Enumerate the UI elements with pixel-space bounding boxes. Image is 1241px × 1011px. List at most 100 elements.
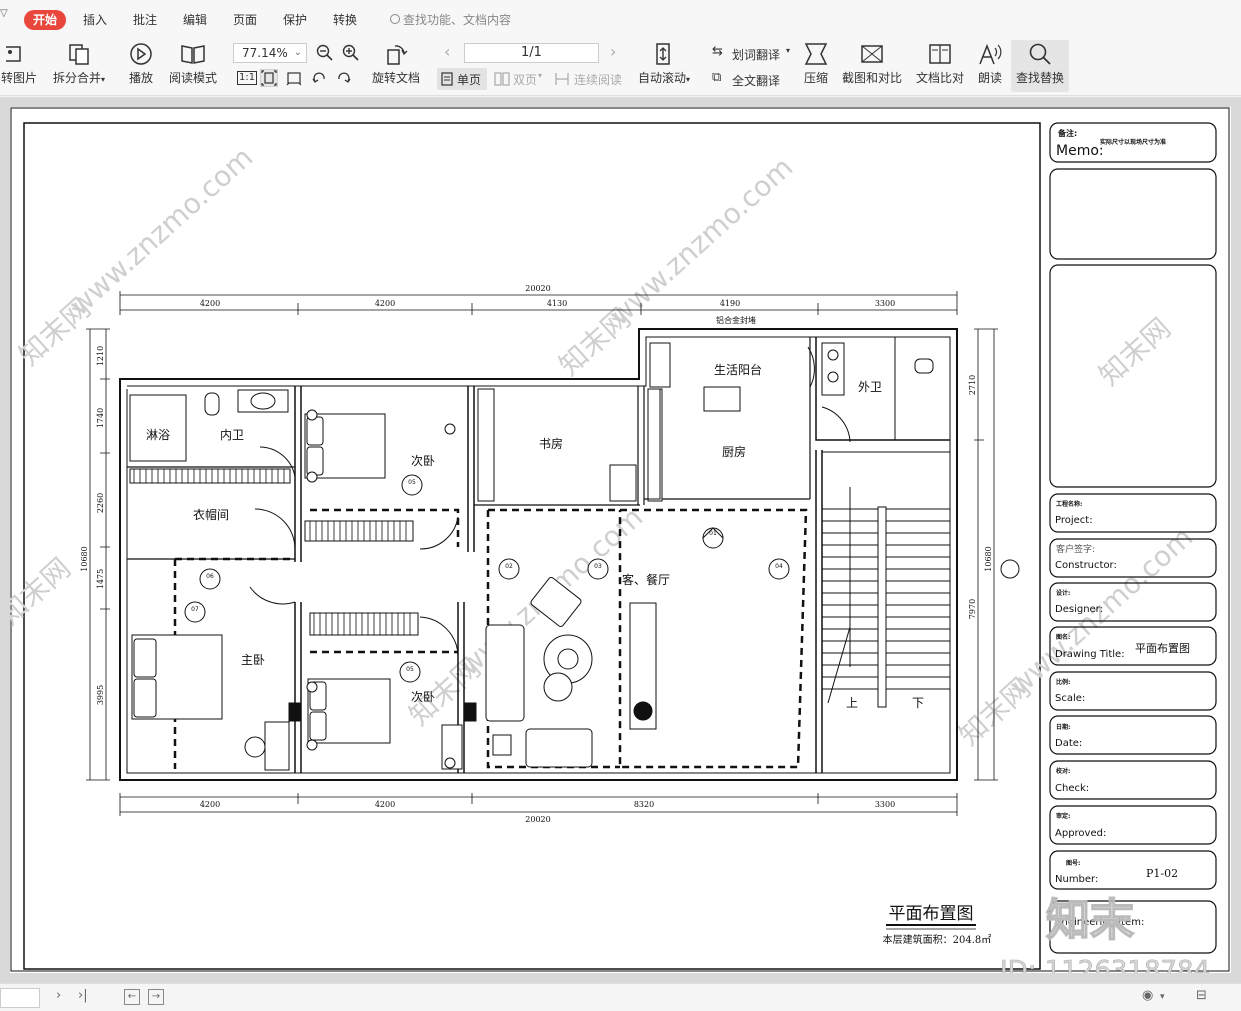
designer-cn: 设计:: [1056, 589, 1070, 597]
double-page-label: 双页: [513, 73, 538, 87]
rotate-doc-button[interactable]: 旋转文档: [370, 40, 422, 92]
memo-note: 实际尺寸以现场尺寸为准: [1100, 138, 1166, 146]
rotate-doc-icon: [387, 45, 408, 65]
document-canvas[interactable]: 知末网 www.znzmo.com 知末网 www.znzmo.com 知末网 …: [0, 97, 1241, 983]
search-icon: [390, 14, 400, 24]
dim-bottom-4: 3300: [875, 800, 895, 809]
page-number-input[interactable]: 1/1: [464, 43, 599, 63]
tab-start[interactable]: 开始: [24, 10, 67, 30]
zoom-value: 77.14%: [242, 46, 288, 60]
scale-cn: 比例:: [1056, 678, 1070, 686]
tag-05a: 05: [408, 479, 416, 486]
chevron-down-icon: ⌄: [293, 47, 302, 58]
tab-protect[interactable]: 保护: [283, 10, 307, 30]
play-label: 播放: [128, 71, 153, 85]
room-shower: 淋浴: [146, 428, 170, 442]
check-label: Check:: [1055, 783, 1089, 794]
dim-left-3: 2260: [96, 493, 105, 513]
feature-search[interactable]: 查找功能、文档内容: [390, 10, 511, 30]
zoom-select[interactable]: 77.14% ⌄: [233, 43, 307, 63]
project-cn: 工程名称:: [1056, 500, 1082, 508]
scale-label: Scale:: [1055, 693, 1085, 704]
dim-top-2: 4200: [375, 299, 395, 308]
word-translate-button[interactable]: ⇆ 划词翻译 ▾: [712, 44, 796, 64]
rotate-doc-label: 旋转文档: [371, 71, 420, 85]
next-view-icon[interactable]: →: [148, 989, 164, 1005]
plan-title-block: 平面布置图 本层建筑面积：204.8㎡: [883, 904, 992, 946]
rotate-right-button[interactable]: [335, 69, 353, 87]
fit-page-button[interactable]: [260, 69, 278, 87]
compress-button[interactable]: 压缩: [800, 40, 832, 92]
actual-size-button[interactable]: 1:1: [237, 71, 258, 85]
plan-title: 平面布置图: [889, 904, 974, 924]
to-image-button[interactable]: 转图片: [0, 40, 38, 92]
read-aloud-icon: [979, 43, 1002, 65]
tab-insert[interactable]: 插入: [83, 10, 107, 30]
tab-annotate[interactable]: 批注: [133, 10, 157, 30]
fit-view-icon[interactable]: ⊟: [1196, 988, 1207, 1003]
dim-top-1: 4200: [200, 299, 220, 308]
prev-view-icon[interactable]: ←: [124, 989, 140, 1005]
balcony-note: 铝合金封堵: [716, 315, 756, 325]
room-living-dining: 客、餐厅: [622, 572, 670, 587]
dim-left-5: 3995: [96, 685, 105, 705]
double-page-button[interactable]: 双页 ▾: [492, 68, 552, 90]
next-page-icon[interactable]: ›: [610, 42, 616, 61]
ribbon-collapse-chevron-icon[interactable]: ▽: [0, 8, 12, 28]
number-label: Number:: [1055, 874, 1098, 885]
document-translate-icon: ⧉: [712, 70, 722, 85]
next-page-icon[interactable]: ›: [56, 988, 61, 1003]
eye-protection-icon[interactable]: ◉: [1142, 988, 1153, 1003]
room-bedroom-b: 次卧: [411, 690, 435, 704]
dim-left-4: 1475: [96, 569, 105, 589]
rotate-left-button[interactable]: [310, 69, 328, 87]
designer-label: Designer:: [1055, 604, 1103, 615]
zoom-in-icon[interactable]: [342, 44, 360, 62]
doc-compare-button[interactable]: 文档比对: [914, 40, 966, 92]
room-study: 书房: [539, 436, 563, 451]
dim-top-total: 20020: [525, 284, 550, 293]
drawing-sheet: 知末网 www.znzmo.com 知末网 www.znzmo.com 知末网 …: [10, 107, 1231, 973]
last-page-icon[interactable]: ›|: [78, 988, 88, 1003]
screenshot-compare-button[interactable]: 截图和对比: [840, 40, 904, 92]
image-icon: [6, 46, 21, 62]
dim-left-1: 1210: [96, 346, 105, 366]
tab-page[interactable]: 页面: [233, 10, 257, 30]
brand-logo: 知末: [1046, 895, 1134, 946]
dropdown-caret-icon: ▾: [786, 46, 791, 55]
plan-area-note: 本层建筑面积：204.8㎡: [883, 933, 992, 946]
single-page-button[interactable]: 单页: [437, 68, 487, 90]
read-mode-button[interactable]: 阅读模式: [166, 40, 220, 92]
continuous-read-button[interactable]: 连续阅读: [554, 68, 630, 90]
tag-07: 07: [191, 606, 199, 613]
single-page-label: 单页: [457, 73, 482, 87]
inner-frame: [23, 122, 1041, 970]
find-replace-button[interactable]: 查找替换: [1011, 40, 1069, 92]
auto-scroll-button[interactable]: 自动滚动▾: [634, 40, 694, 92]
tab-convert[interactable]: 转换: [333, 10, 357, 30]
prev-page-icon[interactable]: ‹: [444, 42, 450, 61]
ribbon-tab-bar: ▽ 开始 插入 批注 编辑 页面 保护 转换 查找功能、文档内容: [0, 0, 1241, 38]
tab-edit[interactable]: 编辑: [183, 10, 207, 30]
auto-scroll-label: 自动滚动: [637, 71, 686, 85]
room-kitchen: 厨房: [722, 444, 746, 459]
page-jump-input[interactable]: [0, 988, 40, 1008]
dim-left-total: 10680: [80, 546, 89, 571]
play-button[interactable]: 播放: [124, 40, 158, 92]
read-aloud-button[interactable]: 朗读: [974, 40, 1006, 92]
dim-bottom-2: 4200: [375, 800, 395, 809]
beds: [131, 413, 391, 744]
room-outer-wc: 外卫: [858, 380, 882, 394]
tag-06: 06: [206, 573, 214, 580]
dim-top-3: 4130: [547, 299, 567, 308]
dim-right-1: 2710: [968, 375, 977, 395]
split-merge-button[interactable]: 拆分合并▾: [48, 40, 110, 92]
continuous-read-icon: [555, 73, 569, 85]
zoom-out-icon[interactable]: [316, 44, 334, 62]
fit-width-button[interactable]: [285, 69, 303, 87]
rotate-right-icon: [338, 72, 351, 83]
full-translate-button[interactable]: ⧉ 全文翻译: [712, 70, 796, 90]
toolbar: 转图片 拆分合并▾ 播放 阅读模式 77.14% ⌄ 1:1 旋转文档 ‹ 1/1…: [0, 38, 1241, 96]
status-bar: › ›| ← → ◉ ▾ ⊟: [0, 983, 1241, 1011]
dropdown-caret-icon[interactable]: ▾: [1160, 992, 1165, 1002]
